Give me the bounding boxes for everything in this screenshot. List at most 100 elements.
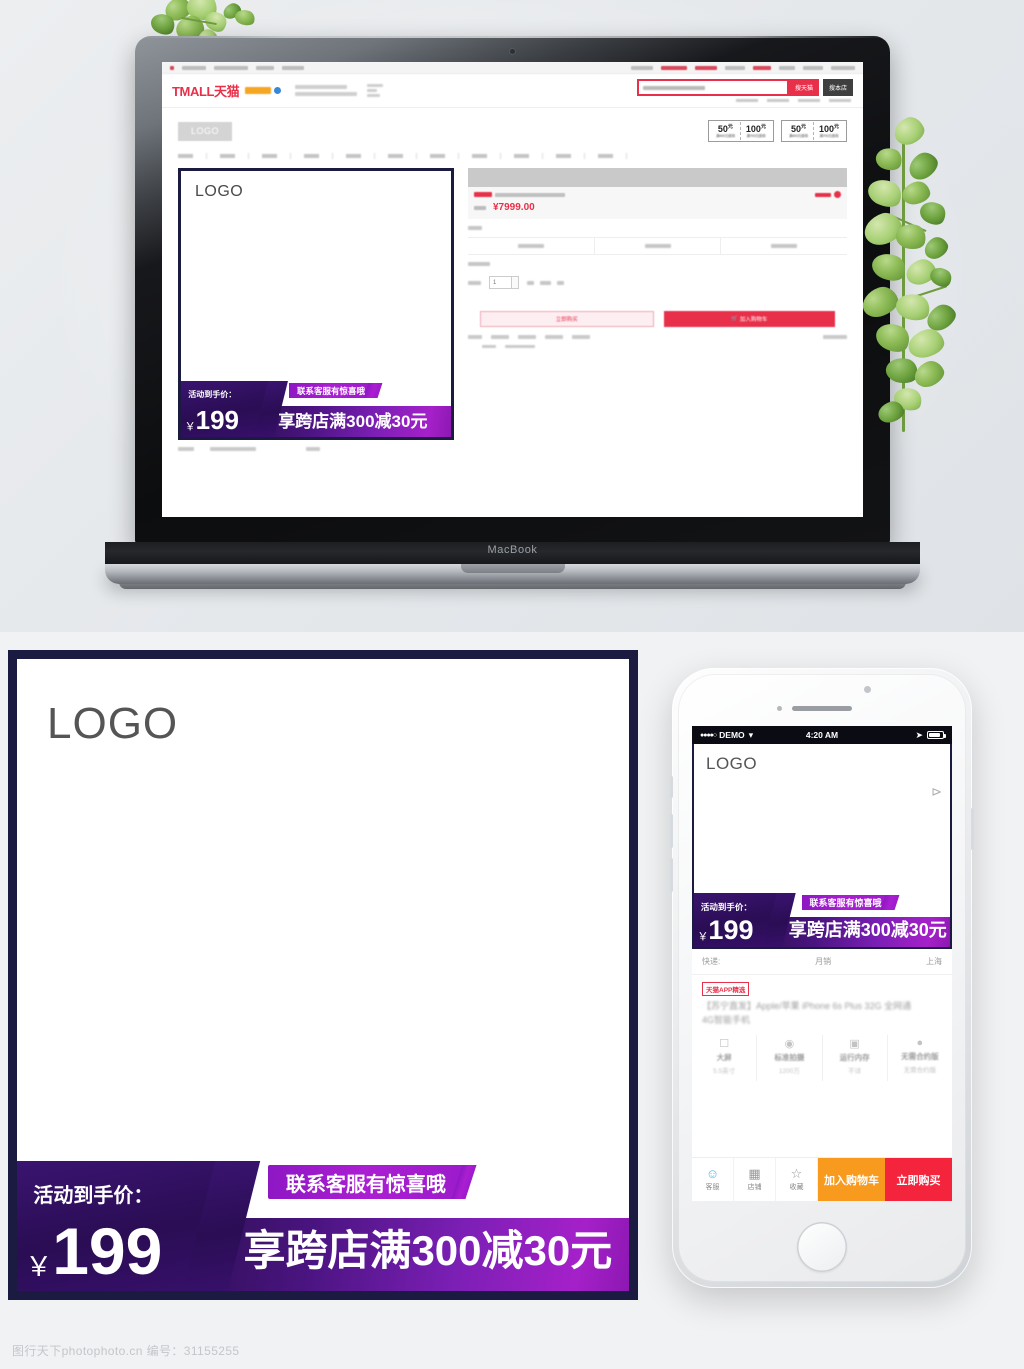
search-hot-keywords[interactable] xyxy=(736,99,853,102)
phone-volume-down-button[interactable] xyxy=(670,858,673,892)
bottom-scene: LOGO 活动到手价： ￥ 199 联系客服有惊喜哦 享跨店满300减30元 ●… xyxy=(0,632,1024,1369)
monthly-sales-label: 月销 xyxy=(815,957,832,966)
coupon-card[interactable]: 50元 满400元使用 100元 满700元使用 xyxy=(780,120,847,142)
promo-price: ￥ 199 xyxy=(25,1218,162,1284)
search-input[interactable] xyxy=(636,79,789,96)
product-main-image-card[interactable]: LOGO 活动到手价： ￥ 199 联系客服有惊喜哦 享跨店满300减30元 xyxy=(178,168,454,440)
favorite-button[interactable]: ☆ 收藏 xyxy=(776,1158,818,1201)
coupon-strip[interactable]: 50元 满400元使用 100元 满700元使用 50元 满400元使用 100… xyxy=(707,120,847,142)
watermark-text: 图行天下photophoto.cn 编号：31155255 xyxy=(12,1344,240,1358)
coupon-item: 50元 满400元使用 xyxy=(784,122,814,140)
product-card-logo: LOGO xyxy=(195,183,244,200)
product-price: ¥7999.00 xyxy=(493,202,535,213)
shop-meta-placeholder xyxy=(367,84,384,97)
promo-tag-badge: 联系客服有惊喜哦 xyxy=(289,383,374,398)
product-buy-panel: ¥7999.00 1 立即购买 🛒 加入购物车 xyxy=(468,168,847,451)
spec-name: 标准拍摄 xyxy=(774,1053,805,1062)
add-to-cart-button[interactable]: 🛒 加入购物车 xyxy=(663,311,835,327)
phone-home-button[interactable] xyxy=(797,1222,847,1272)
spec-name: 运行内存 xyxy=(839,1053,870,1062)
search-tmall-button[interactable]: 搜天猫 xyxy=(788,79,819,96)
coupon-unit: 元 xyxy=(800,124,806,130)
favorite-label: 收藏 xyxy=(789,1184,804,1191)
spec-value: 无需合约版 xyxy=(903,1067,937,1074)
app-exclusive-badge: 天猫APP精选 xyxy=(702,982,750,996)
phone-product-image[interactable]: LOGO 活动到手价： ￥ 199 联系客服有惊喜哦 享跨店满300减30元 xyxy=(692,744,952,949)
shop-logo-placeholder: LOGO xyxy=(178,121,232,141)
add-to-cart-button[interactable]: 加入购物车 xyxy=(818,1158,885,1201)
coupon-item: 100元 满700元使用 xyxy=(741,122,771,140)
shop-label: 店铺 xyxy=(747,1184,762,1191)
product-card-footer[interactable] xyxy=(178,447,454,451)
customer-service-label: 客服 xyxy=(705,1184,720,1191)
laptop-brand-label: MacBook xyxy=(487,544,538,556)
action-buttons: 立即购买 🛒 加入购物车 xyxy=(468,311,847,327)
currency-symbol: ￥ xyxy=(184,420,196,433)
share-icon[interactable]: ⊳ xyxy=(931,784,942,800)
spec-cell: ◉ 标准拍摄 1200万 xyxy=(757,1035,823,1081)
webcam-icon xyxy=(510,49,515,54)
spec-value: 1200万 xyxy=(778,1068,800,1075)
tmall-top-navbar[interactable] xyxy=(162,62,863,74)
service-tab xyxy=(468,238,595,254)
product-card-large[interactable]: LOGO 活动到手价： ￥ 199 联系客服有惊喜哦 享跨店满300减30元 xyxy=(8,650,638,1300)
service-tabs[interactable] xyxy=(468,237,847,255)
phone-spec-row: ☐ 大屏 5.5英寸 ◉ 标准拍摄 1200万 ▣ 运行内存 不详 ● 无需合约… xyxy=(692,1035,952,1081)
buy-now-button[interactable]: 立即购买 xyxy=(480,311,654,327)
coupon-unit: 元 xyxy=(727,124,733,130)
promo-price-label: 活动到手价： xyxy=(33,1185,154,1208)
shop-info-placeholder xyxy=(295,85,358,96)
quantity-stepper[interactable] xyxy=(512,276,519,289)
spec-name: 无需合约版 xyxy=(901,1052,939,1061)
star-icon: ☆ xyxy=(790,1166,803,1181)
status-time: 4:20 AM xyxy=(805,730,839,740)
cart-icon: 🛒 xyxy=(731,316,738,322)
coupon-condition: 满400元使用 xyxy=(788,134,808,138)
promo-banner: 活动到手价： ￥ 199 联系客服有惊喜哦 享跨店满300减30元 xyxy=(181,381,451,437)
promo-price: ￥ 199 xyxy=(697,917,753,944)
shipping-label: 快递: xyxy=(702,957,721,966)
search-shop-button[interactable]: 搜本店 xyxy=(822,79,853,96)
share-icon[interactable] xyxy=(834,191,841,198)
shop-level-dot-icon xyxy=(274,87,282,94)
panel-banner-placeholder xyxy=(468,168,847,187)
tmall-logo[interactable]: TMALL天猫 xyxy=(172,81,240,100)
phone-power-button[interactable] xyxy=(971,808,974,850)
phone-silent-switch[interactable] xyxy=(670,776,673,798)
laptop-screen: TMALL天猫 搜天猫 搜本店 LOGO 50元 满400元使用 100元 满7… xyxy=(162,62,863,517)
plant-right xyxy=(858,62,1008,462)
laptop-base-foot xyxy=(119,582,906,589)
shop-button[interactable]: ▦ 店铺 xyxy=(734,1158,776,1201)
phone-screen: ●●●●○ DEMO ▾ 4:20 AM ➤ LOGO 活动到手价： ￥ 199… xyxy=(692,726,952,1201)
coupon-item: 50元 满400元使用 xyxy=(711,122,741,140)
spec-cell: ☐ 大屏 5.5英寸 xyxy=(692,1035,758,1081)
promo-price: ￥ 199 xyxy=(184,407,239,433)
quantity-row: 1 xyxy=(468,276,847,289)
phone-volume-up-button[interactable] xyxy=(670,814,673,848)
coupon-condition: 满700元使用 xyxy=(746,134,766,138)
buy-now-button[interactable]: 立即购买 xyxy=(885,1158,952,1201)
coupon-card[interactable]: 50元 满400元使用 100元 满700元使用 xyxy=(707,120,774,142)
shop-badge xyxy=(245,87,272,94)
coupon-item: 100元 满700元使用 xyxy=(814,122,844,140)
promo-main-text: 享跨店满300减30元 xyxy=(788,920,947,940)
customer-service-button[interactable]: ☺ 客服 xyxy=(692,1158,734,1201)
coupon-unit: 元 xyxy=(760,124,766,130)
tmall-header: TMALL天猫 搜天猫 搜本店 xyxy=(162,74,863,108)
service-guarantee-row[interactable] xyxy=(468,335,847,348)
battery-icon xyxy=(927,731,946,739)
promo-banner-left: 活动到手价： ￥ 199 xyxy=(181,381,272,437)
coupon-condition: 满700元使用 xyxy=(819,134,839,138)
product-title-block: ¥7999.00 xyxy=(468,187,847,219)
promo-tag-badge: 联系客服有惊喜哦 xyxy=(267,1165,464,1199)
memory-icon: ▣ xyxy=(849,1038,860,1050)
location-arrow-icon: ➤ xyxy=(915,729,923,740)
promo-flag-icon xyxy=(474,192,492,197)
location-label: 上海 xyxy=(925,957,942,966)
service-tab xyxy=(595,238,722,254)
phone-card-logo: LOGO xyxy=(706,754,758,773)
currency-symbol: ￥ xyxy=(697,931,709,944)
headset-icon: ☺ xyxy=(705,1166,720,1181)
shop-category-nav[interactable] xyxy=(178,153,847,159)
quantity-input[interactable]: 1 xyxy=(489,276,512,289)
